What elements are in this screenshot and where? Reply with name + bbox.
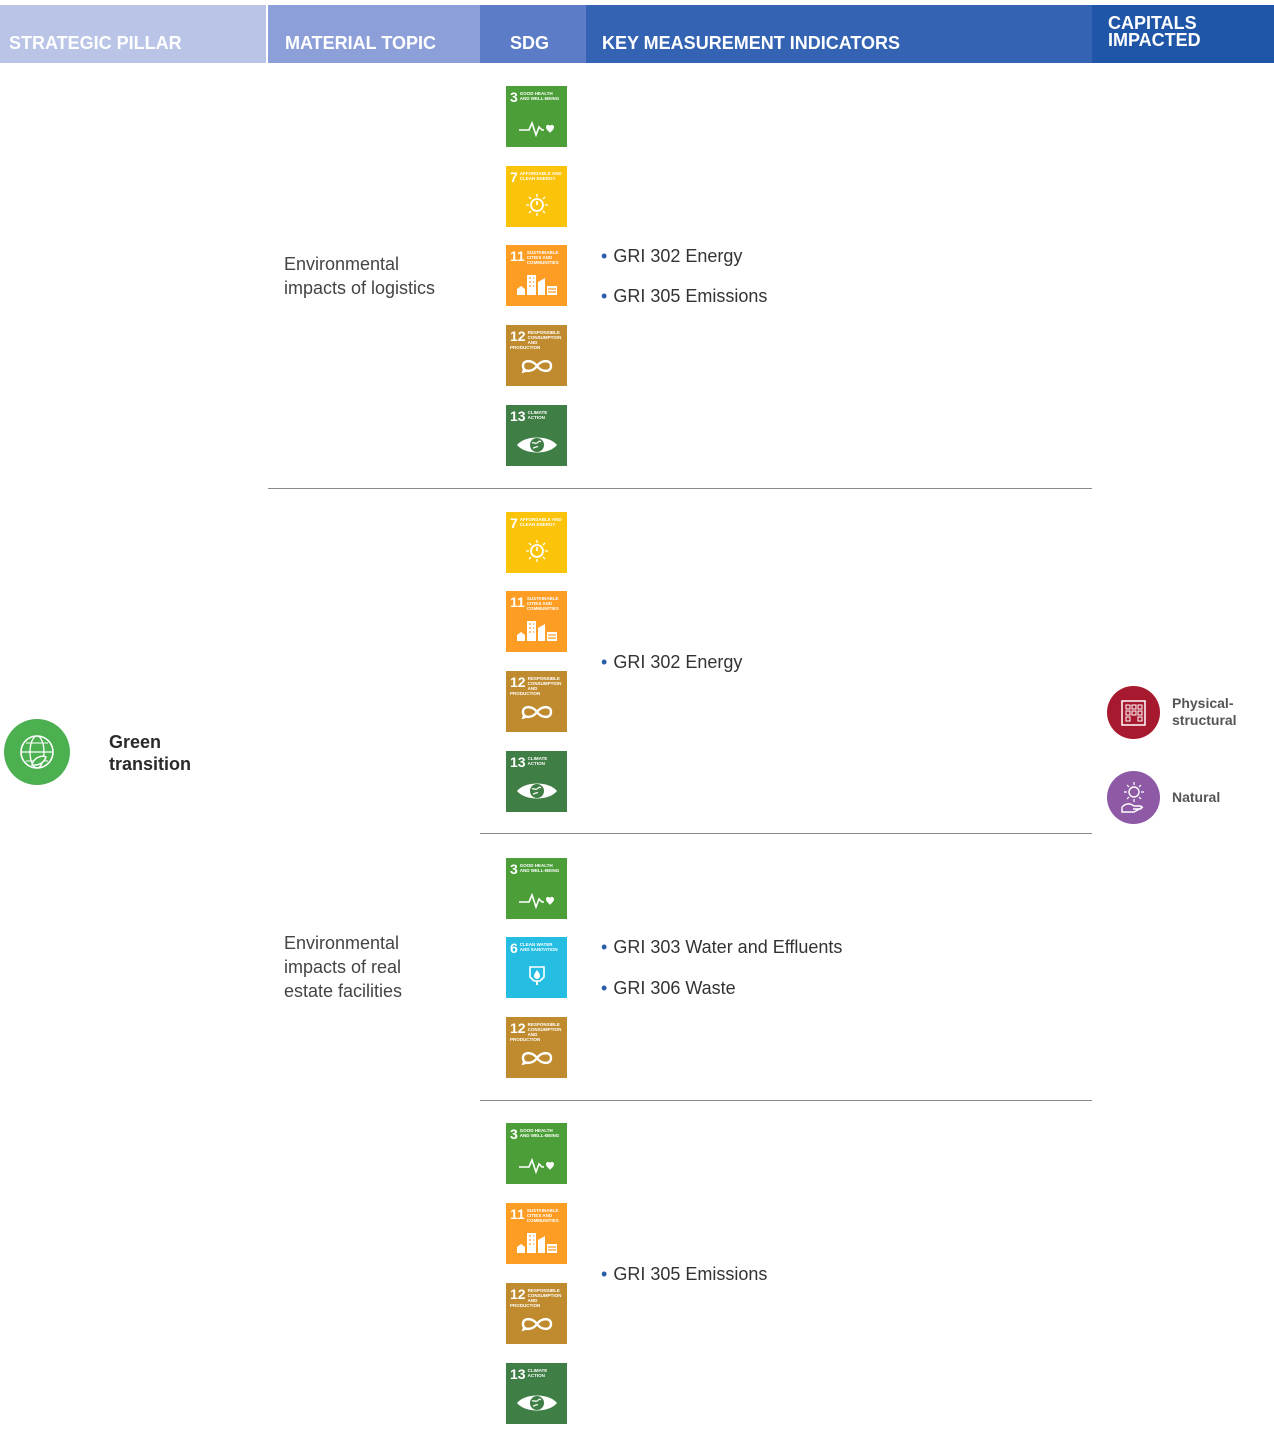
sdg-7-tile: 7 Affordable and clean energy <box>506 166 567 227</box>
sdg-12-tile: 12 Responsible consumption and production <box>506 1283 567 1344</box>
sun-power-icon <box>506 539 567 568</box>
header-capitals-impacted: CAPITALS IMPACTED <box>1092 5 1274 63</box>
sdg-number: 12 <box>510 674 526 690</box>
sun-power-icon <box>506 193 567 222</box>
bullet: • <box>601 286 608 306</box>
kpi-item: • GRI 305 Emissions <box>601 1264 767 1285</box>
header-sdg: SDG <box>480 5 586 63</box>
infinity-icon <box>506 1048 567 1073</box>
heartbeat-icon <box>506 1156 567 1179</box>
infinity-icon <box>506 356 567 381</box>
header-material-topic: MATERIAL TOPIC <box>268 5 480 63</box>
eye-globe-icon <box>506 780 567 807</box>
pillar-label: Green transition <box>109 732 192 774</box>
heartbeat-icon <box>506 891 567 914</box>
sdg-number: 13 <box>510 754 526 770</box>
sdg-number: 12 <box>510 328 526 344</box>
kpi-text: GRI 305 Emissions <box>613 286 768 306</box>
topic-logistics: Environmental impacts of logistics <box>284 254 436 298</box>
sdg-number: 11 <box>510 594 525 610</box>
sdg-11-tile: 11 Sustainable cities and communities <box>506 1203 567 1264</box>
bullet: • <box>601 246 608 266</box>
kpi-item: • GRI 305 Emissions <box>601 286 767 307</box>
sdg-12-tile: 12 Responsible consumption and production <box>506 325 567 386</box>
sdg-13-tile: 13 Climate action <box>506 1363 567 1424</box>
building-icon <box>1107 686 1160 739</box>
eye-globe-icon <box>506 434 567 461</box>
sdg-3-tile: 3 Good health and well-being <box>506 1123 567 1184</box>
sdg-12-tile: 12 Responsible consumption and production <box>506 1017 567 1078</box>
sdg-3-tile: 3 Good health and well-being <box>506 86 567 147</box>
sdg-number: 11 <box>510 248 525 264</box>
capital-label-physical: Physical- structural <box>1172 695 1237 728</box>
sdg-number: 13 <box>510 408 526 424</box>
sdg-11-tile: 11 Sustainable cities and communities <box>506 591 567 652</box>
sdg-number: 3 <box>510 89 518 105</box>
bullet: • <box>601 978 608 998</box>
kpi-item: • GRI 306 Waste <box>601 978 736 999</box>
sdg-number: 6 <box>510 940 518 956</box>
sdg-12-tile: 12 Responsible consumption and production <box>506 671 567 732</box>
header-material-topic-label: MATERIAL TOPIC <box>285 33 437 53</box>
kpi-text: GRI 302 Energy <box>613 652 743 672</box>
eye-globe-icon <box>506 1392 567 1419</box>
sdg-number: 7 <box>510 169 518 185</box>
sdg-13-tile: 13 Climate action <box>506 751 567 812</box>
header-strategic-pillar-label: STRATEGIC PILLAR <box>9 33 182 53</box>
kpi-item: • GRI 302 Energy <box>601 652 742 673</box>
sdg-number: 7 <box>510 515 518 531</box>
kpi-text: GRI 305 Emissions <box>613 1264 768 1284</box>
sdg-number: 12 <box>510 1286 526 1302</box>
topic-real-estate: Environmental impacts of real estate fac… <box>284 933 403 1001</box>
sdg-11-tile: 11 Sustainable cities and communities <box>506 245 567 306</box>
sdg-number: 3 <box>510 861 518 877</box>
row-divider <box>268 488 1092 489</box>
sdg-6-tile: 6 Clean water and sanitation <box>506 937 567 998</box>
capital-label-natural: Natural <box>1172 789 1221 805</box>
bullet: • <box>601 937 608 957</box>
heartbeat-icon <box>506 119 567 142</box>
sdg-13-tile: 13 Climate action <box>506 405 567 466</box>
city-icon <box>506 618 567 647</box>
sdg-number: 3 <box>510 1126 518 1142</box>
hand-sun-icon <box>1107 771 1160 824</box>
row-divider <box>480 1100 1092 1101</box>
kpi-text: GRI 303 Water and Effluents <box>613 937 843 957</box>
row-divider <box>480 833 1092 834</box>
kpi-text: GRI 306 Waste <box>613 978 736 998</box>
kpi-item: • GRI 303 Water and Effluents <box>601 937 842 958</box>
header-sdg-label: SDG <box>510 33 550 53</box>
sdg-number: 11 <box>510 1206 525 1222</box>
bullet: • <box>601 652 608 672</box>
sdg-number: 12 <box>510 1020 526 1036</box>
city-icon <box>506 1230 567 1259</box>
sdg-3-tile: 3 Good health and well-being <box>506 858 567 919</box>
globe-leaf-icon <box>4 719 70 785</box>
kpi-item: • GRI 302 Energy <box>601 246 742 267</box>
infinity-icon <box>506 702 567 727</box>
kpi-text: GRI 302 Energy <box>613 246 743 266</box>
water-drop-icon <box>506 964 567 993</box>
header-capitals-label: CAPITALS IMPACTED <box>1108 13 1201 50</box>
sdg-number: 13 <box>510 1366 526 1382</box>
infinity-icon <box>506 1314 567 1339</box>
bullet: • <box>601 1264 608 1284</box>
header-key-indicators-label: KEY MEASUREMENT INDICATORS <box>602 33 901 53</box>
header-strategic-pillar: STRATEGIC PILLAR <box>0 5 266 63</box>
header-key-indicators: KEY MEASUREMENT INDICATORS <box>586 5 1092 63</box>
city-icon <box>506 272 567 301</box>
sdg-7-tile: 7 Affordable and clean energy <box>506 512 567 573</box>
